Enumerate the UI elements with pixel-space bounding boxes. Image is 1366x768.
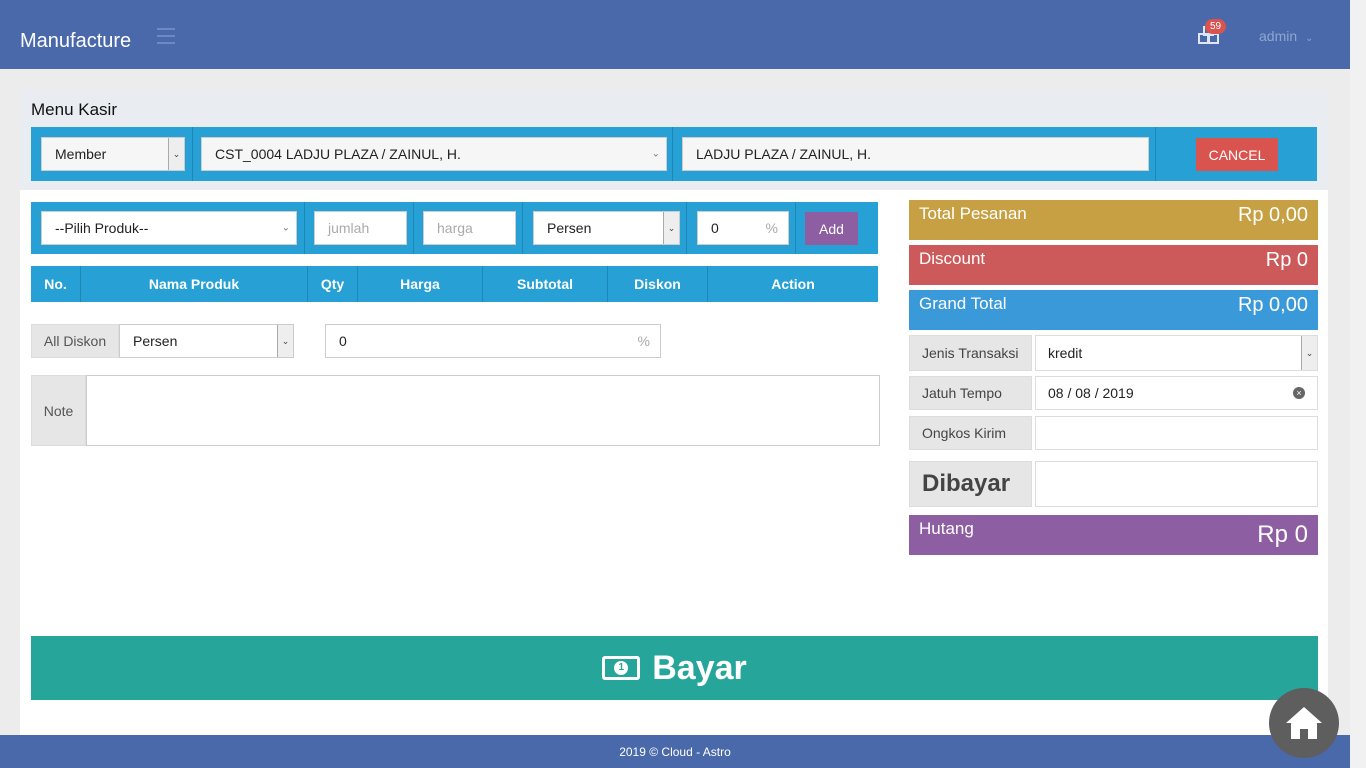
- footer-text: 2019 © Cloud - Astro: [619, 744, 731, 759]
- cancel-button[interactable]: CANCEL: [1196, 138, 1278, 171]
- jatuh-tempo-label: Jatuh Tempo: [909, 376, 1032, 410]
- customer-type-select[interactable]: Member ⌄: [41, 137, 185, 171]
- jenis-transaksi-value: kredit: [1048, 345, 1083, 361]
- divider: [672, 127, 673, 181]
- notification-badge: 59: [1205, 19, 1227, 34]
- product-select-value: --Pilih Produk--: [55, 220, 149, 236]
- grand-total-value: Rp 0,00: [1237, 294, 1308, 316]
- chevron-down-icon: ⌄: [1305, 33, 1314, 44]
- customer-select-value: CST_0004 LADJU PLAZA / ZAINUL, H.: [215, 146, 461, 162]
- total-pesanan-label: Total Pesanan: [919, 204, 1027, 223]
- hutang-label: Hutang: [919, 519, 974, 538]
- jatuh-tempo-row: Jatuh Tempo 08 / 08 / 2019 ×: [909, 376, 1318, 410]
- divider: [192, 127, 193, 181]
- product-select[interactable]: --Pilih Produk-- ⌄: [41, 211, 297, 245]
- ongkos-kirim-row: Ongkos Kirim: [909, 416, 1318, 450]
- chevron-down-icon: ⌄: [281, 222, 290, 234]
- price-placeholder: harga: [437, 220, 473, 236]
- qty-input[interactable]: jumlah: [314, 211, 407, 245]
- jenis-transaksi-row: Jenis Transaksi kredit ⌄: [909, 335, 1318, 371]
- price-input[interactable]: harga: [423, 211, 516, 245]
- home-icon: [1286, 707, 1322, 739]
- dibayar-label: Dibayar: [909, 461, 1032, 507]
- percent-suffix: %: [637, 333, 650, 349]
- discount-value: Rp 0: [1265, 249, 1308, 271]
- column-header: No.: [31, 266, 81, 302]
- customer-name-value: LADJU PLAZA / ZAINUL, H.: [696, 146, 872, 162]
- divider: [795, 202, 796, 254]
- chevron-down-icon: ⌄: [663, 212, 679, 244]
- chevron-down-icon: ⌄: [651, 148, 660, 160]
- pay-button-label: Bayar: [652, 648, 747, 687]
- dibayar-row: Dibayar: [909, 461, 1318, 507]
- column-header: Subtotal: [483, 266, 608, 302]
- divider: [522, 202, 523, 254]
- divider: [686, 202, 687, 254]
- ongkos-kirim-input[interactable]: [1035, 416, 1318, 450]
- brand-title[interactable]: Manufacture: [20, 30, 131, 53]
- top-navbar: Manufacture 59 admin ⌄: [0, 0, 1350, 69]
- chevron-down-icon: ⌄: [1301, 336, 1317, 370]
- page-footer: 2019 © Cloud - Astro: [0, 735, 1350, 768]
- percent-suffix: %: [765, 220, 778, 236]
- pay-button[interactable]: Bayar: [31, 636, 1318, 700]
- jenis-transaksi-label: Jenis Transaksi: [909, 335, 1032, 371]
- user-menu[interactable]: admin ⌄: [1259, 28, 1313, 44]
- discount-type-value: Persen: [547, 220, 592, 236]
- column-header: Harga: [358, 266, 483, 302]
- page-title: Menu Kasir: [31, 100, 117, 119]
- total-pesanan-value: Rp 0,00: [1237, 204, 1308, 226]
- ongkos-kirim-label: Ongkos Kirim: [909, 416, 1032, 450]
- all-discount-label: All Diskon: [31, 324, 119, 358]
- home-button[interactable]: [1269, 688, 1339, 758]
- hutang-box: Hutang Rp 0: [909, 515, 1318, 555]
- page-scrollbar[interactable]: [1350, 0, 1366, 768]
- column-header: Qty: [308, 266, 358, 302]
- chevron-down-icon: ⌄: [168, 138, 184, 170]
- qty-placeholder: jumlah: [328, 220, 370, 236]
- customer-name-field[interactable]: LADJU PLAZA / ZAINUL, H.: [682, 137, 1149, 171]
- add-product-button[interactable]: Add: [805, 212, 858, 245]
- divider: [413, 202, 414, 254]
- money-icon: [602, 656, 641, 680]
- menu-toggle-icon[interactable]: [157, 28, 175, 49]
- grand-total-label: Grand Total: [919, 294, 1007, 313]
- discount-type-select[interactable]: Persen ⌄: [533, 211, 680, 245]
- chevron-down-icon: ⌄: [277, 325, 293, 357]
- customer-type-value: Member: [55, 146, 107, 162]
- jatuh-tempo-date-input[interactable]: 08 / 08 / 2019 ×: [1035, 376, 1318, 410]
- dibayar-input[interactable]: [1035, 461, 1318, 507]
- jatuh-tempo-value: 08 / 08 / 2019: [1048, 385, 1134, 401]
- column-header: Nama Produk: [81, 266, 308, 302]
- all-discount-value: 0: [339, 333, 347, 349]
- clear-icon[interactable]: ×: [1293, 387, 1305, 399]
- discount-label: Discount: [919, 249, 986, 268]
- jenis-transaksi-select[interactable]: kredit ⌄: [1035, 335, 1318, 371]
- all-discount-value-input[interactable]: 0 %: [325, 324, 661, 358]
- divider: [304, 202, 305, 254]
- column-header: Diskon: [608, 266, 708, 302]
- all-discount-type-value: Persen: [133, 333, 178, 349]
- total-pesanan-box: Total Pesanan Rp 0,00: [909, 200, 1318, 240]
- user-name: admin: [1259, 28, 1298, 44]
- note-textarea[interactable]: [86, 375, 880, 446]
- column-header: Action: [771, 276, 815, 292]
- note-label: Note: [31, 375, 86, 446]
- divider: [1155, 127, 1156, 181]
- discount-box: Discount Rp 0: [909, 245, 1318, 285]
- order-table-header: No. Nama Produk Qty Harga Subtotal Disko…: [31, 266, 878, 302]
- all-discount-type-select[interactable]: Persen ⌄: [119, 324, 294, 358]
- discount-value-input[interactable]: 0 %: [697, 211, 789, 245]
- discount-value: 0: [711, 220, 719, 236]
- customer-select[interactable]: CST_0004 LADJU PLAZA / ZAINUL, H. ⌄: [201, 137, 667, 171]
- hutang-value: Rp 0: [1257, 521, 1308, 548]
- grand-total-box: Grand Total Rp 0,00: [909, 290, 1318, 330]
